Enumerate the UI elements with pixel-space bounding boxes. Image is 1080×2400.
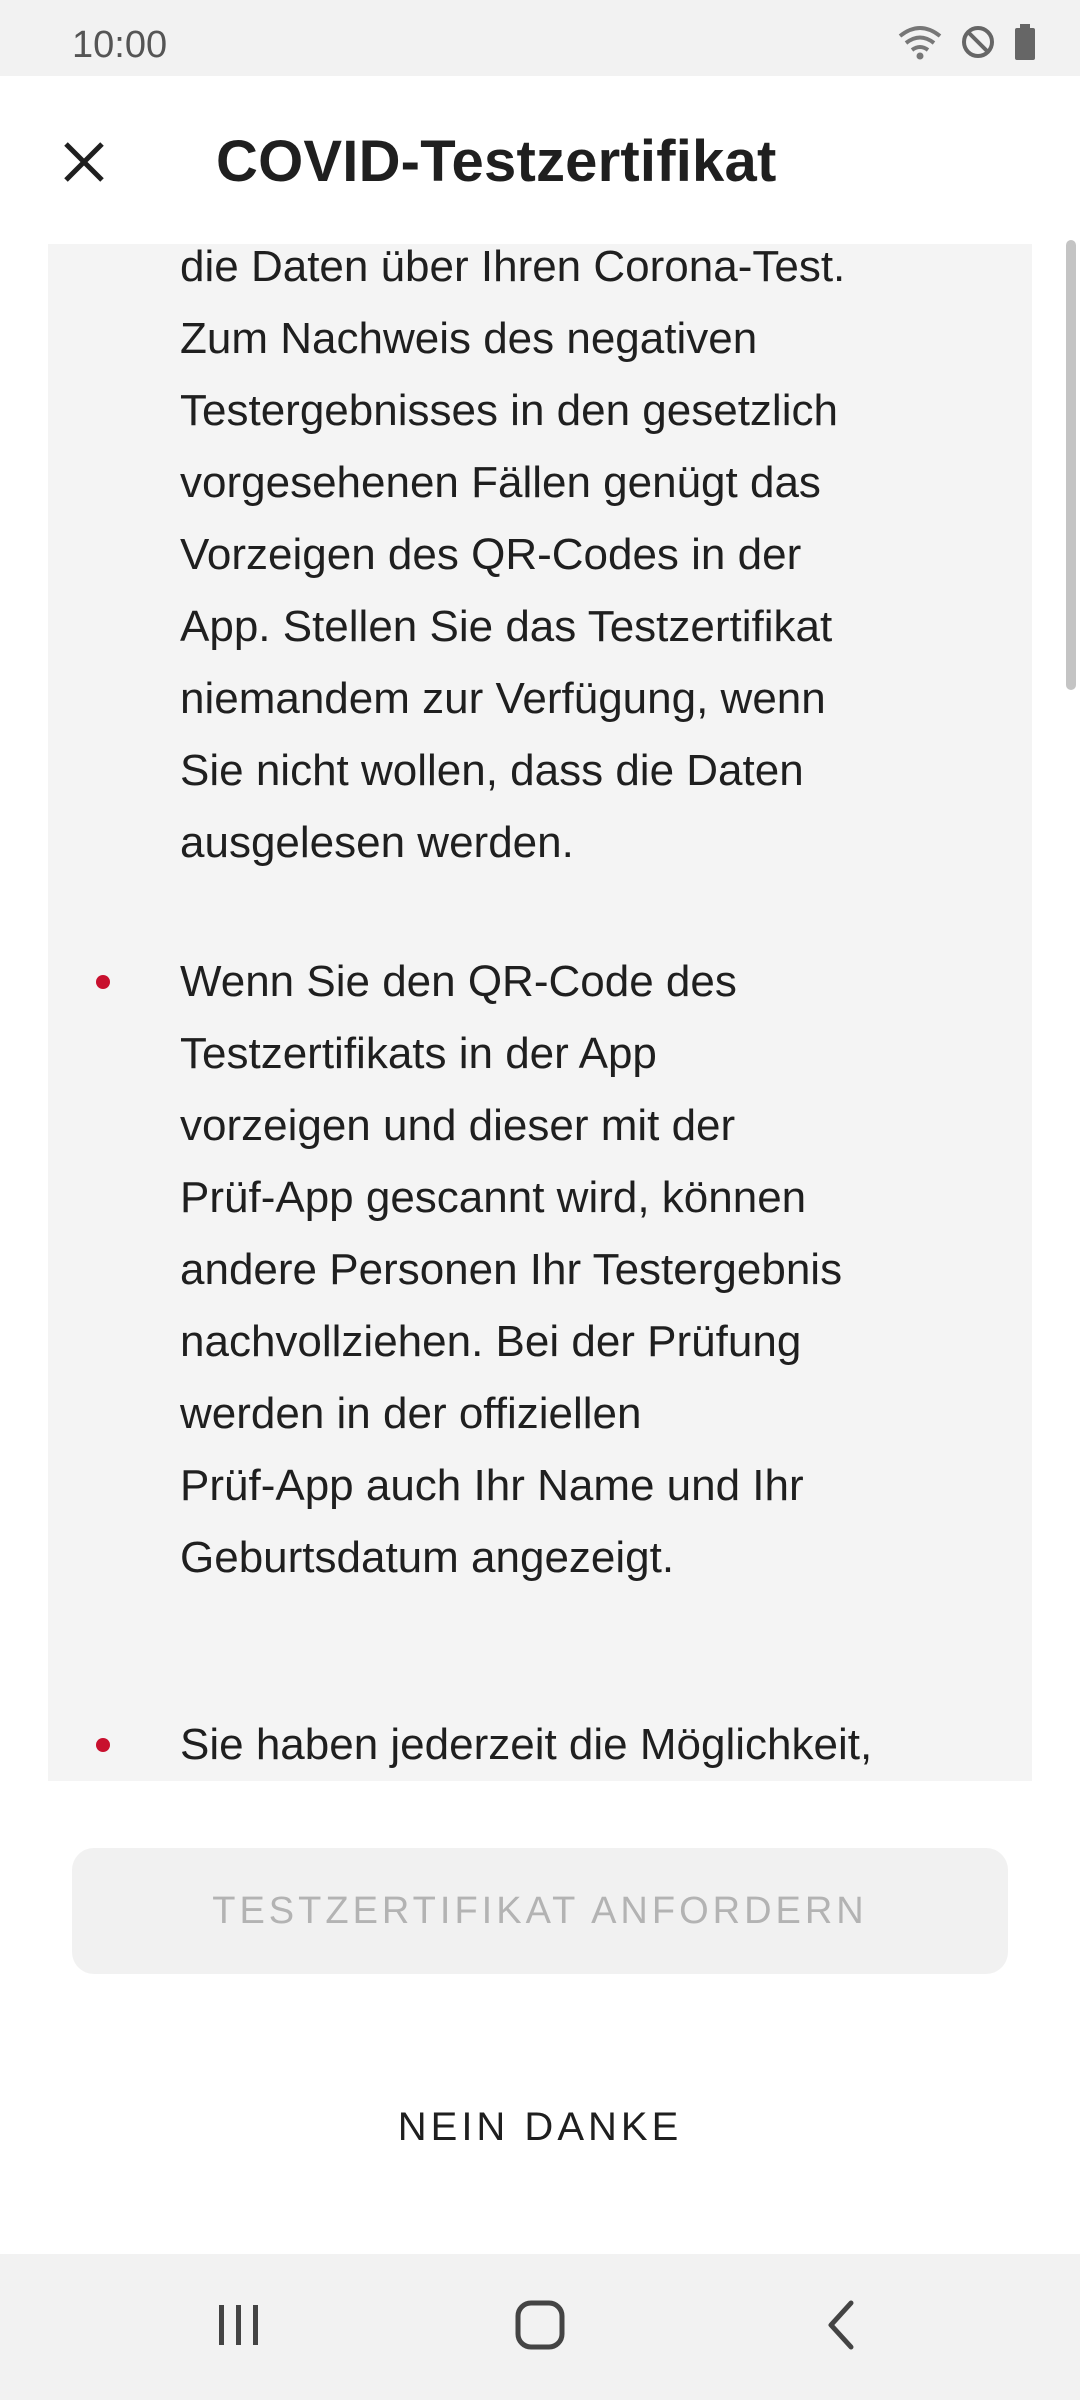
request-certificate-button[interactable]: TESTZERTIFIKAT ANFORDERN xyxy=(72,1848,1008,1974)
system-nav-bar xyxy=(0,2254,1080,2400)
battery-icon xyxy=(1014,24,1036,60)
text-line: Testzertifikats in der App xyxy=(180,1029,657,1078)
text-line: Sie nicht wollen, dass die Daten xyxy=(180,746,804,795)
text-line: Testergebnisses in den gesetzlich xyxy=(180,386,838,435)
status-time: 10:00 xyxy=(72,24,168,66)
close-button[interactable] xyxy=(40,120,128,208)
text-line: niemandem zur Verfügung, wenn xyxy=(180,674,826,723)
text-line: App. Stellen Sie das Testzertifikat xyxy=(180,602,833,651)
home-button[interactable] xyxy=(485,2282,595,2372)
decline-button[interactable]: NEIN DANKE xyxy=(300,2082,780,2172)
text-line: ausgelesen werden. xyxy=(180,818,574,867)
text-line: Sie haben jederzeit die Möglichkeit, xyxy=(180,1720,873,1769)
home-icon xyxy=(513,2298,567,2357)
consent-text-panel[interactable]: die Daten über Ihren Corona-Test. Zum Na… xyxy=(48,244,1032,1781)
wifi-icon xyxy=(898,24,942,60)
text-line: Vorzeigen des QR-Codes in der xyxy=(180,530,802,579)
text-line: Zum Nachweis des negativen xyxy=(180,314,758,363)
text-line: vorgesehenen Fällen genügt das xyxy=(180,458,821,507)
text-line: vorzeigen und dieser mit der xyxy=(180,1101,736,1150)
recent-apps-icon xyxy=(213,2301,265,2354)
paragraph-rights: Sie haben jederzeit die Möglichkeit, xyxy=(180,1709,1000,1781)
back-button[interactable] xyxy=(786,2282,896,2372)
page-title: COVID-Testzertifikat xyxy=(216,129,777,194)
text-line: Wenn Sie den QR-Code des xyxy=(180,957,737,1006)
close-icon xyxy=(60,138,108,191)
text-line: werden in der offiziellen xyxy=(180,1389,642,1438)
text-line: Geburtsdatum angezeigt. xyxy=(180,1533,675,1582)
recent-apps-button[interactable] xyxy=(184,2282,294,2372)
bullet-point-icon xyxy=(96,975,110,989)
status-bar: 10:00 xyxy=(0,0,1080,76)
do-not-disturb-icon xyxy=(960,24,996,60)
text-line: die Daten über Ihren Corona-Test. xyxy=(180,244,846,291)
bullet-point-icon xyxy=(96,1738,110,1752)
app-bar: COVID-Testzertifikat xyxy=(0,76,1080,244)
paragraph-data-usage: die Daten über Ihren Corona-Test. Zum Na… xyxy=(180,244,1000,879)
text-line: Prüf-App auch Ihr Name und Ihr xyxy=(180,1461,804,1510)
back-icon xyxy=(821,2298,861,2357)
paragraph-qr-check: Wenn Sie den QR-Code des Testzertifikats… xyxy=(180,946,1000,1594)
scrollbar[interactable] xyxy=(1066,240,1076,690)
text-line: Prüf-App gescannt wird, können xyxy=(180,1173,807,1222)
text-line: nachvollziehen. Bei der Prüfung xyxy=(180,1317,802,1366)
text-line: andere Personen Ihr Testergebnis xyxy=(180,1245,843,1294)
status-icons xyxy=(898,24,1036,60)
